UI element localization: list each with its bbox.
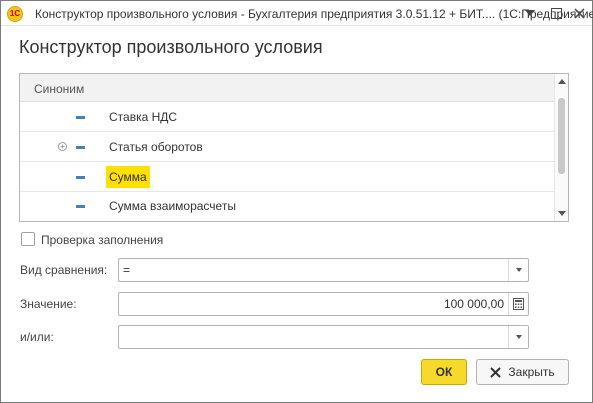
dropdown-arrow-icon[interactable] xyxy=(508,326,528,348)
fill-check-label[interactable]: Проверка заполнения xyxy=(41,233,163,247)
list-item[interactable]: Ставка НДС xyxy=(20,103,554,132)
comparison-value: = xyxy=(123,263,131,277)
value-input[interactable]: 100 000,00 xyxy=(118,292,529,316)
close-button-label: Закрыть xyxy=(508,365,555,379)
fields-list[interactable]: Синоним Ставка НДС + Статья оборотов Сум… xyxy=(19,73,569,222)
column-header-label: Синоним xyxy=(34,82,85,96)
value-amount: 100 000,00 xyxy=(443,297,504,311)
scroll-down-icon[interactable] xyxy=(558,211,566,216)
calculator-icon[interactable] xyxy=(508,293,528,315)
close-x-icon xyxy=(490,366,502,378)
maximize-icon[interactable] xyxy=(546,3,566,23)
list-item[interactable]: Сумма взаиморасчеты xyxy=(20,192,554,221)
dropdown-arrow-icon[interactable] xyxy=(508,259,528,281)
dialog-window: 1С Конструктор произвольного условия - Б… xyxy=(0,0,593,403)
attribute-marker-icon xyxy=(76,116,85,119)
list-item-label: Ставка НДС xyxy=(109,110,178,124)
close-button[interactable]: Закрыть xyxy=(476,359,569,385)
attribute-marker-icon xyxy=(76,176,85,179)
scroll-thumb[interactable] xyxy=(558,98,565,174)
list-item-label: Сумма взаиморасчеты xyxy=(109,199,236,213)
andor-select[interactable] xyxy=(118,325,529,349)
list-item-label: Статья оборотов xyxy=(109,140,203,154)
andor-label: и/или: xyxy=(20,330,54,344)
list-item-selected[interactable]: Сумма xyxy=(20,163,554,192)
title-bar: 1С Конструктор произвольного условия - Б… xyxy=(1,1,593,26)
comparison-label: Вид сравнения: xyxy=(20,263,108,277)
list-column-header[interactable]: Синоним xyxy=(20,74,554,102)
attribute-marker-icon xyxy=(76,146,85,149)
scroll-up-icon[interactable] xyxy=(558,79,566,84)
vertical-scrollbar[interactable] xyxy=(554,74,568,221)
attribute-marker-icon xyxy=(76,205,85,208)
list-item-label: Сумма xyxy=(106,166,150,188)
expand-plus-icon[interactable]: + xyxy=(58,142,67,151)
close-icon[interactable] xyxy=(569,3,589,23)
fill-check-checkbox[interactable] xyxy=(21,232,35,246)
value-label: Значение: xyxy=(20,297,77,311)
page-title: Конструктор произвольного условия xyxy=(19,37,323,57)
menu-icon[interactable] xyxy=(520,3,540,23)
list-item[interactable]: + Статья оборотов xyxy=(20,133,554,162)
app-logo-icon: 1С xyxy=(7,6,23,22)
comparison-select[interactable]: = xyxy=(118,258,529,282)
ok-button[interactable]: ОК xyxy=(421,359,467,385)
window-title: Конструктор произвольного условия - Бухг… xyxy=(35,7,593,21)
